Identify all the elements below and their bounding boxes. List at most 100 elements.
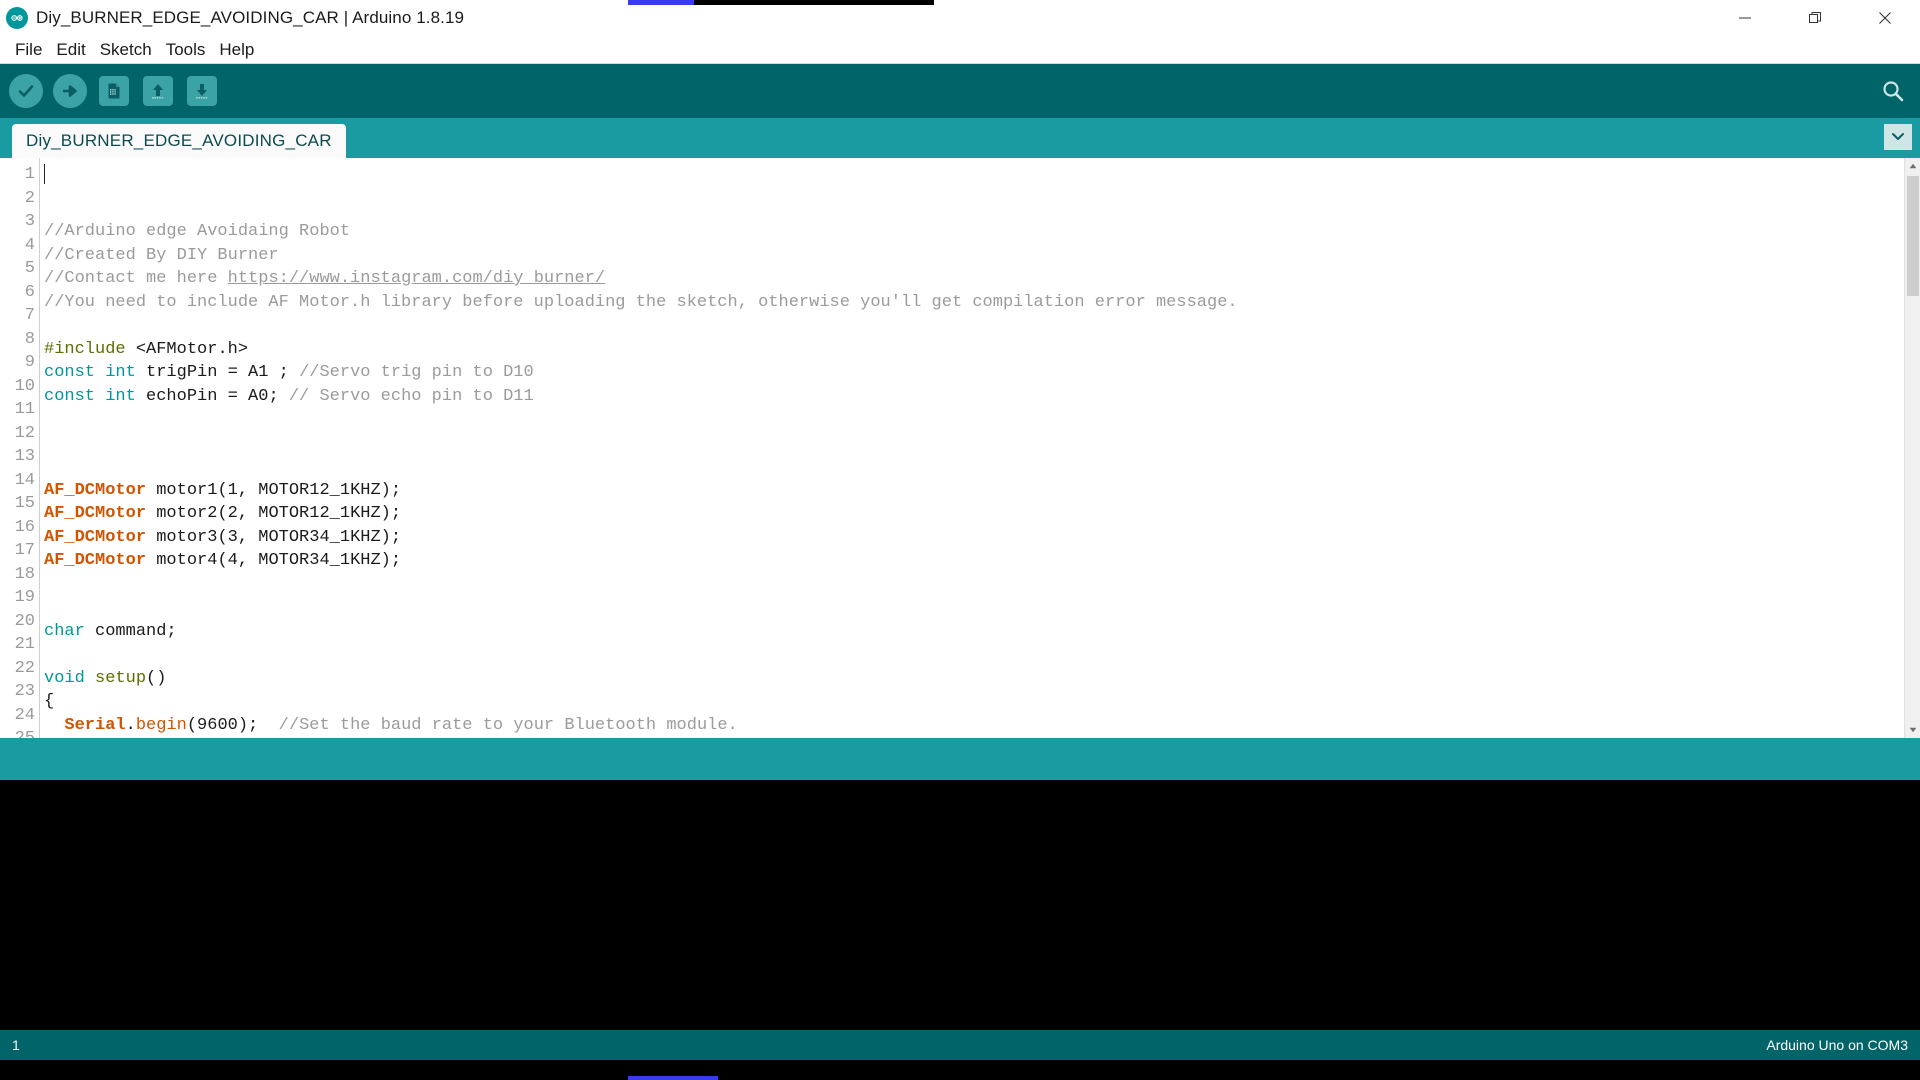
bottom-status-bar: 1 Arduino Uno on COM3 — [0, 1030, 1920, 1060]
code-token: void — [44, 668, 85, 688]
line-number: 4 — [24, 235, 35, 255]
open-sketch-button[interactable] — [138, 71, 178, 111]
code-token: //Contact me here — [44, 269, 228, 288]
menu-bar: File Edit Sketch Tools Help — [0, 36, 1920, 64]
line-number: 14 — [14, 470, 35, 490]
code-token: motor1(1, MOTOR12_1KHZ); — [146, 480, 402, 500]
code-token: <AFMotor.h> — [125, 339, 249, 359]
line-number: 10 — [14, 376, 35, 396]
window-controls — [1710, 0, 1920, 36]
code-token: { — [44, 692, 55, 711]
code-token: //Created By DIY Burner — [44, 245, 279, 265]
menu-tools[interactable]: Tools — [159, 38, 213, 62]
code-line: AF_DCMotor motor3(3, MOTOR34_1KHZ); — [44, 526, 1904, 550]
text-caret — [44, 164, 45, 184]
code-token: motor3(3, MOTOR34_1KHZ); — [146, 527, 402, 547]
sketch-tab[interactable]: Diy_BURNER_EDGE_AVOIDING_CAR — [12, 124, 346, 158]
code-line: const int trigPin = A1 ; //Servo trig pi… — [44, 361, 1904, 385]
upload-button[interactable] — [50, 71, 90, 111]
code-line: AF_DCMotor motor1(1, MOTOR12_1KHZ); — [44, 479, 1904, 503]
code-token: () — [146, 668, 167, 688]
scroll-up-arrow-icon[interactable] — [1905, 158, 1920, 174]
code-line: void setup() — [44, 667, 1904, 691]
code-line: Serial.begin(9600); //Set the baud rate … — [44, 714, 1904, 738]
code-content[interactable]: //Arduino edge Avoidaing Robot //Created … — [40, 158, 1904, 738]
menu-sketch[interactable]: Sketch — [93, 38, 159, 62]
code-line: AF_DCMotor motor4(4, MOTOR34_1KHZ); — [44, 549, 1904, 573]
board-port-indicator: Arduino Uno on COM3 — [1766, 1037, 1908, 1053]
line-number: 17 — [14, 541, 35, 560]
new-sketch-button[interactable] — [94, 71, 134, 111]
maximize-restore-button[interactable] — [1780, 0, 1850, 36]
code-token: motor2(2, MOTOR12_1KHZ); — [146, 504, 402, 523]
editor-vertical-scrollbar[interactable] — [1904, 158, 1920, 738]
scroll-down-arrow-icon[interactable] — [1905, 722, 1920, 738]
code-token: //Arduino edge Avoidaing Robot — [44, 222, 351, 241]
code-token: . — [125, 715, 136, 735]
line-number: 23 — [14, 682, 35, 701]
tab-strip: Diy_BURNER_EDGE_AVOIDING_CAR — [0, 118, 1920, 158]
close-button[interactable] — [1850, 0, 1920, 36]
code-line: //Arduino edge Avoidaing Robot — [44, 220, 1904, 244]
menu-edit[interactable]: Edit — [49, 38, 92, 62]
line-number: 16 — [14, 517, 35, 537]
new-file-icon — [99, 76, 129, 106]
code-token: //You need to include AF Motor.h library… — [44, 292, 1238, 312]
line-number: 8 — [24, 329, 35, 349]
line-number: 21 — [14, 635, 35, 654]
line-number: 3 — [24, 212, 35, 231]
minimize-button[interactable] — [1710, 0, 1780, 36]
menu-file[interactable]: File — [8, 38, 49, 62]
code-token: AF_DCMotor — [44, 527, 147, 547]
code-line: { — [44, 690, 1904, 714]
line-number: 18 — [14, 564, 35, 584]
title-bar: Diy_BURNER_EDGE_AVOIDING_CAR | Arduino 1… — [0, 0, 1920, 36]
magnifier-icon — [1880, 81, 1906, 108]
code-line: pinMode(trigPin, OUTPUT); — [44, 737, 1904, 738]
sketch-tab-label: Diy_BURNER_EDGE_AVOIDING_CAR — [26, 131, 332, 150]
code-token: command; — [84, 621, 177, 641]
code-token: AF_DCMotor — [44, 480, 147, 500]
serial-monitor-button[interactable] — [1880, 78, 1906, 109]
screen-artifact-bottom — [628, 1076, 718, 1080]
line-number: 24 — [14, 705, 35, 725]
line-number: 7 — [24, 306, 35, 325]
console-output-panel — [0, 780, 1920, 1030]
tab-menu-button[interactable] — [1884, 124, 1912, 150]
line-number: 19 — [14, 588, 35, 607]
code-token: //Set the baud rate to your Bluetooth mo… — [278, 715, 738, 735]
code-editor[interactable]: 1234567891011121314151617181920212223242… — [0, 158, 1904, 738]
code-token: trigPin = A1 ; — [135, 363, 300, 382]
verify-button[interactable] — [6, 71, 46, 111]
checkmark-icon — [9, 74, 43, 108]
line-number: 1 — [24, 165, 35, 184]
code-token: AF_DCMotor — [44, 551, 147, 570]
code-line: //Created By DIY Burner — [44, 244, 1904, 268]
code-token: int — [105, 386, 136, 406]
line-number: 15 — [14, 494, 35, 513]
scrollbar-thumb[interactable] — [1907, 176, 1919, 296]
code-token: setup — [95, 668, 147, 688]
toolbar — [0, 64, 1920, 118]
code-line: AF_DCMotor motor2(2, MOTOR12_1KHZ); — [44, 502, 1904, 526]
save-sketch-button[interactable] — [182, 71, 222, 111]
menu-help[interactable]: Help — [212, 38, 261, 62]
arrow-right-icon — [53, 74, 87, 108]
code-token[interactable]: https://www.instagram.com/diy_burner/ — [228, 269, 605, 288]
chevron-down-icon — [1891, 128, 1905, 146]
code-line: char command; — [44, 620, 1904, 644]
code-token: // Servo echo pin to D11 — [288, 386, 534, 406]
line-number: 22 — [14, 658, 35, 678]
code-token: const — [44, 386, 96, 406]
